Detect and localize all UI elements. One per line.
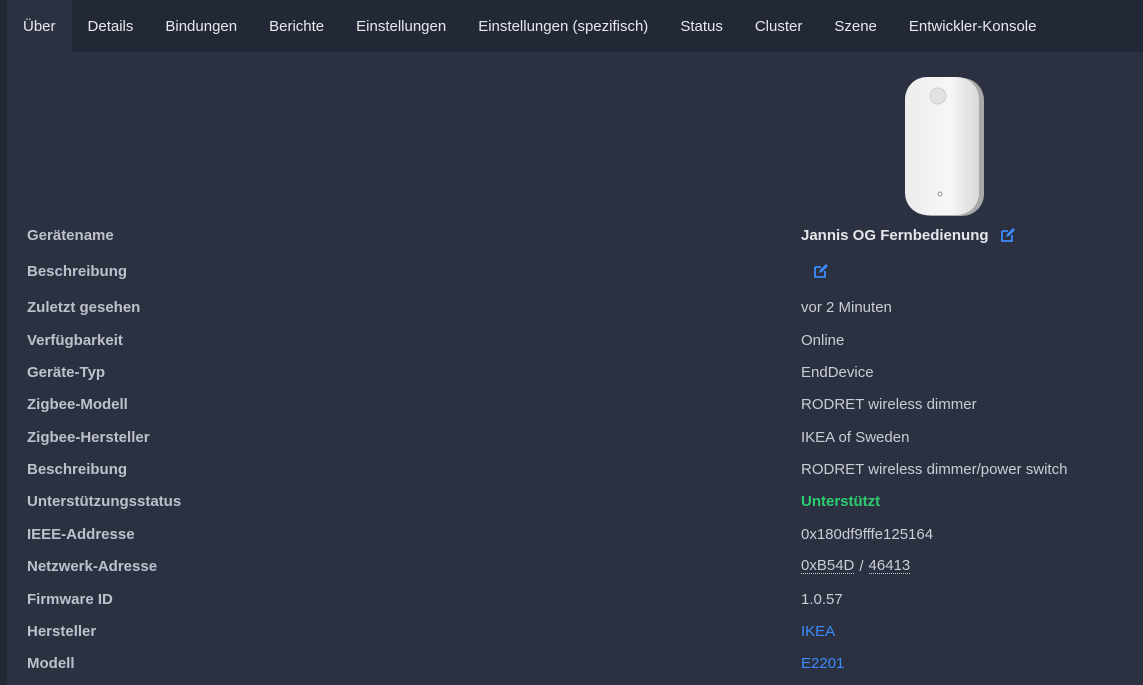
- label-device-name: Gerätename: [27, 226, 114, 244]
- label-manufacturer: Hersteller: [27, 622, 97, 640]
- value-device-type: EndDevice: [801, 363, 874, 381]
- row-support-status: Unterstützungsstatus Unterstützt: [27, 489, 1127, 513]
- row-manufacturer: Hersteller IKEA: [27, 619, 1127, 643]
- row-model-description: Beschreibung RODRET wireless dimmer/powe…: [27, 457, 1127, 481]
- value-firmware-id: 1.0.57: [801, 590, 843, 608]
- row-device-type: Geräte-Typ EndDevice: [27, 360, 1127, 384]
- row-firmware-id: Firmware ID 1.0.57: [27, 587, 1127, 611]
- row-zigbee-model: Zigbee-Modell RODRET wireless dimmer: [27, 392, 1127, 416]
- tab-about[interactable]: Über: [7, 0, 72, 52]
- label-zigbee-manufacturer: Zigbee-Hersteller: [27, 428, 150, 446]
- tab-state[interactable]: Status: [664, 0, 739, 52]
- row-last-seen: Zuletzt gesehen vor 2 Minuten: [27, 295, 1127, 319]
- edit-name-icon[interactable]: [1000, 228, 1015, 242]
- label-description: Beschreibung: [27, 262, 128, 280]
- tab-details[interactable]: Details: [72, 0, 150, 52]
- row-network-address: Netzwerk-Adresse 0xB54D / 46413: [27, 554, 1127, 578]
- tab-bar: Über Details Bindungen Berichte Einstell…: [7, 0, 1143, 52]
- tab-reporting[interactable]: Berichte: [253, 0, 340, 52]
- label-model-description: Beschreibung: [27, 460, 128, 478]
- value-model-description: RODRET wireless dimmer/power switch: [801, 460, 1068, 478]
- device-image: [898, 74, 988, 218]
- tab-settings[interactable]: Einstellungen: [340, 0, 462, 52]
- label-device-type: Geräte-Typ: [27, 363, 106, 381]
- label-support-status: Unterstützungsstatus: [27, 492, 182, 510]
- value-availability: Online: [801, 331, 845, 349]
- network-address-dec: 46413: [868, 557, 911, 574]
- tab-settings-specific[interactable]: Einstellungen (spezifisch): [462, 0, 664, 52]
- value-support-status: Unterstützt: [801, 492, 881, 510]
- value-last-seen: vor 2 Minuten: [801, 298, 892, 316]
- label-last-seen: Zuletzt gesehen: [27, 298, 141, 316]
- tab-dev-console[interactable]: Entwickler-Konsole: [893, 0, 1053, 52]
- left-edge: [0, 0, 7, 685]
- row-device-name: Gerätename Jannis OG Fernbedienung: [27, 223, 1127, 247]
- edit-description-icon[interactable]: [814, 264, 828, 278]
- manufacturer-link[interactable]: IKEA: [801, 623, 835, 640]
- row-availability: Verfügbarkeit Online: [27, 328, 1127, 352]
- row-zigbee-manufacturer: Zigbee-Hersteller IKEA of Sweden: [27, 425, 1127, 449]
- tab-clusters[interactable]: Cluster: [739, 0, 819, 52]
- value-zigbee-model: RODRET wireless dimmer: [801, 395, 977, 413]
- tab-bindings[interactable]: Bindungen: [149, 0, 253, 52]
- row-model: Modell E2201: [27, 651, 1127, 675]
- device-name-text: Jannis OG Fernbedienung: [801, 226, 989, 244]
- label-firmware-id: Firmware ID: [27, 590, 113, 608]
- network-address-separator: /: [859, 557, 864, 575]
- tab-scene[interactable]: Szene: [818, 0, 893, 52]
- label-network-address: Netzwerk-Adresse: [27, 557, 158, 575]
- label-ieee-address: IEEE-Addresse: [27, 525, 135, 543]
- value-network-address: 0xB54D / 46413: [801, 557, 911, 575]
- value-description: [801, 264, 828, 278]
- model-link[interactable]: E2201: [801, 655, 844, 672]
- label-model: Modell: [27, 654, 75, 672]
- value-zigbee-manufacturer: IKEA of Sweden: [801, 428, 910, 446]
- label-zigbee-model: Zigbee-Modell: [27, 395, 128, 413]
- value-device-name: Jannis OG Fernbedienung: [801, 227, 1015, 244]
- label-availability: Verfügbarkeit: [27, 331, 123, 349]
- row-description: Beschreibung: [27, 259, 1127, 283]
- network-address-hex: 0xB54D: [801, 557, 855, 574]
- row-ieee-address: IEEE-Addresse 0x180df9fffe125164: [27, 522, 1127, 546]
- value-ieee-address: 0x180df9fffe125164: [801, 525, 934, 543]
